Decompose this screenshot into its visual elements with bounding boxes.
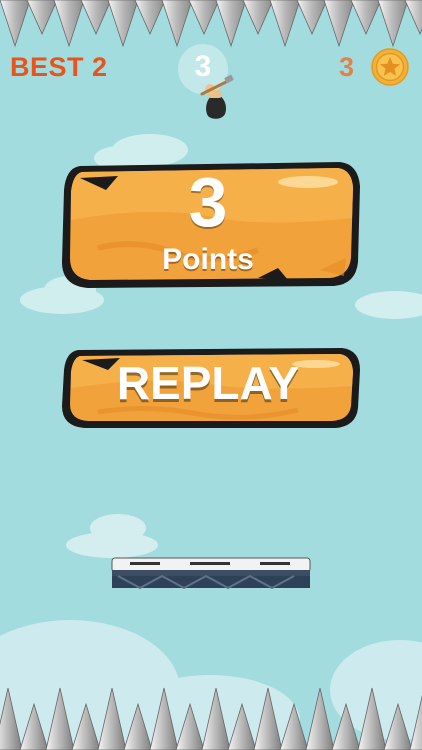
coin-count: 3 [338,52,354,82]
bottom-spike [201,687,231,750]
top-spike [134,0,166,35]
cloud-mid-right [355,291,422,319]
bottom-spike [383,702,413,750]
bottom-spike [19,702,49,750]
bottom-spike [149,687,179,750]
top-spike [242,0,274,35]
top-spike [296,0,328,35]
platform [111,557,311,590]
bottom-spike [0,687,23,750]
bottom-spike [175,702,205,750]
top-spike [53,0,85,48]
top-spike [269,0,301,48]
game-stage: BEST 2 3 3 3 Points REPLAY [0,0,422,750]
cloud-lower-center [66,514,158,558]
climber-with-hammer-icon [200,74,234,119]
best-score-label: BEST 2 [10,52,108,82]
bottom-spikes [0,687,422,750]
top-spike [0,0,31,48]
bottom-spike [45,687,75,750]
bottom-spike [409,695,422,750]
bottom-spike [279,702,309,750]
bottom-spike [331,702,361,750]
top-spike [107,0,139,48]
star-coin-icon [371,48,409,86]
bottom-spike [97,687,127,750]
replay-button[interactable] [58,344,362,430]
top-spikes [0,0,422,48]
bottom-spike [253,687,283,750]
top-spike [323,0,355,48]
bottom-spike [357,687,387,750]
top-spike [80,0,112,35]
top-spike [188,0,220,35]
bottom-spike [227,702,257,750]
top-spike [350,0,382,35]
top-spike [161,0,193,48]
bottom-spike [123,702,153,750]
top-spike [377,0,409,48]
points-value: 3 [188,163,228,241]
bottom-spike [71,702,101,750]
bottom-spike [305,687,335,750]
top-spike [215,0,247,48]
points-label: Points [162,243,254,276]
top-spike [404,0,422,35]
top-spike [26,0,58,35]
